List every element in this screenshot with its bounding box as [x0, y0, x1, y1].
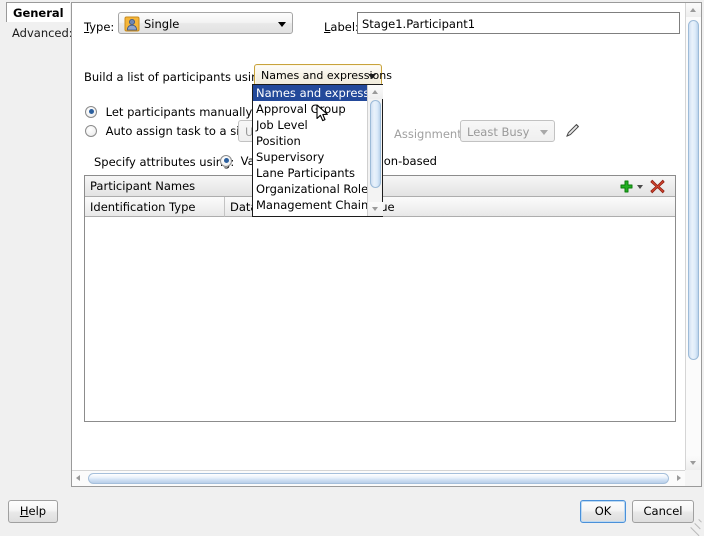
dropdown-option-names-and-expressions[interactable]: Names and expressions: [253, 85, 393, 101]
ok-button-label: OK: [594, 504, 612, 518]
dropdown-option-management-chain[interactable]: Management Chain: [253, 197, 369, 213]
triangle-left-icon: [76, 475, 80, 481]
person-icon: [124, 16, 140, 32]
dropdown-option-list: Names and expressions Approval Group Job…: [253, 85, 393, 213]
dropdown-option-job-level[interactable]: Job Level: [253, 117, 369, 133]
type-combo-value: Single: [144, 17, 180, 31]
label-input-value: Stage1.Participant1: [362, 17, 476, 31]
scroll-left-button[interactable]: [72, 471, 87, 486]
participant-dialog: General Advanced: Type: Single Label: St…: [0, 0, 704, 536]
triangle-up-icon: [690, 8, 696, 12]
general-panel: Type: Single Label: Stage1.Participant1 …: [71, 2, 702, 487]
chevron-down-icon: [278, 22, 286, 27]
horizontal-scroll-thumb[interactable]: [88, 473, 669, 484]
table-body[interactable]: [85, 217, 675, 421]
radio-auto-assign-button[interactable]: [85, 124, 97, 137]
general-panel-content: Type: Single Label: Stage1.Participant1 …: [72, 3, 686, 469]
cancel-button-label: Cancel: [643, 504, 683, 518]
dropdown-option-lane-participants[interactable]: Lane Participants: [253, 165, 369, 181]
chevron-down-icon: [540, 130, 548, 135]
dropdown-option-position[interactable]: Position: [253, 133, 369, 149]
radio-value-based-button[interactable]: [220, 154, 232, 167]
panel-vertical-scrollbar[interactable]: [685, 3, 701, 470]
dropdown-scroll-up-button[interactable]: [368, 85, 383, 99]
dropdown-option-approval-group[interactable]: Approval Group: [253, 101, 369, 117]
type-label: Type:: [84, 20, 115, 34]
radio-manual-claim-button[interactable]: [85, 105, 97, 118]
chevron-down-icon[interactable]: [637, 185, 643, 189]
dropdown-scroll-thumb[interactable]: [370, 100, 381, 188]
table-title: Participant Names: [90, 179, 196, 193]
help-button[interactable]: Help: [8, 500, 58, 523]
chevron-down-icon: [368, 74, 376, 79]
triangle-down-icon: [690, 461, 696, 465]
panel-horizontal-scrollbar[interactable]: [72, 470, 685, 486]
label-input[interactable]: Stage1.Participant1: [357, 12, 680, 34]
scroll-right-button[interactable]: [670, 471, 685, 486]
dropdown-scroll-down-button[interactable]: [368, 202, 383, 216]
pencil-icon[interactable]: [564, 121, 582, 139]
delete-x-icon[interactable]: [650, 179, 665, 194]
tab-advanced[interactable]: Advanced:: [6, 23, 73, 43]
build-list-label: Build a list of participants using:: [84, 70, 270, 84]
tab-rail: General Advanced:: [0, 0, 73, 487]
dropdown-scrollbar[interactable]: [367, 85, 383, 216]
assignment-pattern-combo[interactable]: Least Busy: [460, 120, 555, 142]
mouse-cursor: [316, 104, 328, 122]
tab-general[interactable]: General: [6, 2, 70, 22]
scrollbar-corner: [685, 470, 701, 486]
vertical-scroll-thumb[interactable]: [688, 20, 699, 360]
triangle-down-icon: [372, 207, 378, 211]
tab-general-label: General: [13, 6, 64, 20]
build-list-combo[interactable]: Names and expressions: [254, 64, 392, 86]
type-combo[interactable]: Single: [118, 12, 293, 34]
specify-attributes-label: Specify attributes using:: [94, 155, 235, 169]
dropdown-option-organizational-role[interactable]: Organizational Role: [253, 181, 369, 197]
scroll-up-button[interactable]: [686, 3, 701, 17]
triangle-right-icon: [677, 475, 681, 481]
cancel-button[interactable]: Cancel: [632, 500, 694, 523]
tab-advanced-label: Advanced:: [12, 26, 73, 40]
column-header-value[interactable]: Value: [358, 197, 675, 217]
ok-button[interactable]: OK: [580, 500, 626, 523]
dropdown-option-supervisory[interactable]: Supervisory: [253, 149, 369, 165]
plus-icon[interactable]: [620, 180, 633, 193]
resize-grip[interactable]: [690, 518, 702, 536]
assignment-pattern-value: Least Busy: [467, 125, 530, 139]
column-header-identification-type[interactable]: Identification Type: [85, 197, 225, 217]
label-field-label: Label:: [324, 20, 359, 34]
scroll-down-button[interactable]: [686, 456, 701, 470]
triangle-up-icon: [372, 90, 378, 94]
